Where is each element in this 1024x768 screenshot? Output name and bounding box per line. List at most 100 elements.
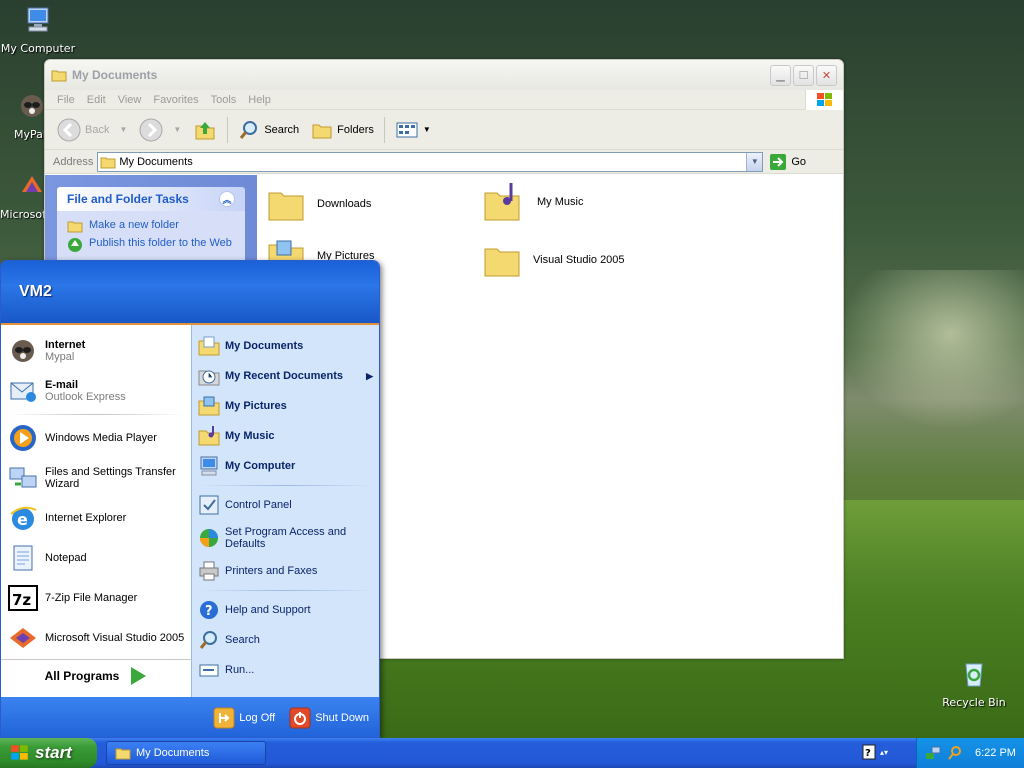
close-button[interactable]: ✕ — [816, 64, 837, 86]
recent-windows-media-player[interactable]: Windows Media Player — [7, 418, 185, 458]
places-my-documents[interactable]: My Documents — [198, 331, 373, 361]
places-my-music[interactable]: My Music — [198, 421, 373, 451]
back-label: Back — [85, 123, 110, 136]
pinned-title: E-mail — [45, 379, 79, 391]
recent-visual-studio[interactable]: Microsoft Visual Studio 2005 — [7, 618, 185, 658]
run-item[interactable]: Run... — [198, 655, 373, 685]
log-off-button[interactable]: Log Off — [213, 707, 275, 729]
start-label: start — [35, 743, 72, 762]
minimize-button[interactable]: ▁ — [770, 64, 791, 86]
recent-files-settings-transfer[interactable]: Files and Settings Transfer Wizard — [7, 458, 185, 498]
start-menu-footer: Log Off Shut Down — [1, 697, 379, 737]
recent-7zip[interactable]: 7z 7-Zip File Manager — [7, 578, 185, 618]
window-titlebar[interactable]: My Documents ▁ ☐ ✕ — [45, 60, 843, 90]
folder-item-my-music[interactable]: My Music — [483, 181, 583, 223]
desktop-icon-visual-studio[interactable]: Microsoft Visual Studio 2005 — [0, 170, 44, 221]
windows-flag-icon — [805, 89, 843, 110]
up-folder-icon — [195, 121, 215, 139]
search-item[interactable]: Search — [198, 625, 373, 655]
control-panel[interactable]: Control Panel — [198, 490, 373, 520]
pinned-subtitle: Mypal — [45, 351, 75, 363]
internet-explorer-icon: e — [10, 506, 37, 530]
menu-tools[interactable]: Tools — [205, 94, 243, 106]
start-menu-left-pane: Internet Mypal E-mail Outlook Express Wind… — [1, 325, 191, 697]
maximize-button[interactable]: ☐ — [793, 64, 814, 86]
tray-help-area: ? ▴▾ — [862, 744, 888, 760]
recent-internet-explorer[interactable]: e Internet Explorer — [7, 498, 185, 538]
folder-icon — [115, 748, 131, 760]
program-label: Microsoft Visual Studio 2005 — [45, 632, 185, 644]
pinned-internet[interactable]: Internet Mypal — [7, 331, 185, 371]
menu-help[interactable]: Help — [242, 94, 277, 106]
tray-expand-icon[interactable]: ▴▾ — [880, 748, 888, 757]
taskbar-item-my-documents[interactable]: My Documents — [106, 741, 266, 765]
shut-down-button[interactable]: Shut Down — [289, 707, 369, 729]
search-tray-icon[interactable] — [947, 745, 963, 761]
task-publish-folder[interactable]: Publish this folder to the Web — [67, 237, 235, 253]
forward-dropdown-icon[interactable]: ▼ — [173, 125, 181, 134]
desktop-icon-recycle-bin[interactable]: Recycle Bin — [934, 658, 1014, 709]
pinned-email[interactable]: E-mail Outlook Express — [7, 371, 185, 411]
places-my-recent-documents[interactable]: My Recent Documents ▶ — [198, 361, 373, 391]
search-button[interactable]: Search — [234, 117, 303, 143]
back-button[interactable]: Back ▼ — [53, 116, 131, 144]
address-field[interactable]: My Documents ▼ — [97, 151, 764, 172]
folder-icon — [268, 192, 304, 221]
log-off-label: Log Off — [239, 712, 276, 724]
transfer-wizard-icon — [9, 467, 37, 488]
folders-icon — [312, 124, 332, 138]
network-icon[interactable] — [925, 745, 941, 761]
folders-button[interactable]: Folders — [307, 117, 378, 143]
go-button[interactable]: Go — [769, 153, 806, 171]
desktop-icon-mypal[interactable]: MyPal — [0, 90, 44, 141]
toolbar: Back ▼ ▼ Search Folders ▼ — [45, 110, 843, 150]
folder-item-visual-studio-2005[interactable]: Visual Studio 2005 — [483, 241, 625, 279]
folder-item-downloads[interactable]: Downloads — [267, 185, 371, 223]
task-make-new-folder[interactable]: Make a new folder — [67, 219, 235, 233]
collapse-chevron-icon[interactable]: ︽ — [219, 191, 235, 207]
all-programs-label: All Programs — [44, 668, 120, 683]
start-menu[interactable]: VM2 Internet Mypal E-mail Outlook Express … — [0, 260, 380, 738]
places-my-pictures[interactable]: My Pictures — [198, 391, 373, 421]
raccoon-icon — [12, 340, 34, 362]
desktop-icon-my-computer[interactable]: My Computer — [0, 4, 78, 55]
toolbar-separator — [227, 116, 229, 143]
svg-text:?: ? — [865, 748, 871, 759]
desktop-icon-label: Microsoft Visual Studio 2005 — [0, 208, 44, 221]
back-dropdown-icon[interactable]: ▼ — [119, 125, 127, 134]
power-icon — [289, 707, 311, 729]
windows-logo-icon — [11, 745, 28, 760]
recent-notepad[interactable]: Notepad — [7, 538, 185, 578]
menu-view[interactable]: View — [112, 94, 148, 106]
help-support[interactable]: ? Help and Support — [198, 595, 373, 625]
go-arrow-icon — [770, 153, 787, 170]
views-icon — [396, 122, 418, 137]
program-label: Windows Media Player — [45, 432, 157, 444]
program-label: 7-Zip File Manager — [45, 592, 138, 604]
start-button[interactable]: start — [0, 738, 97, 768]
places-label: Set Program Access and Defaults — [225, 526, 347, 550]
places-my-computer[interactable]: My Computer — [198, 451, 373, 481]
toolbar-separator — [383, 116, 385, 143]
set-program-access[interactable]: Set Program Access and Defaults — [198, 520, 373, 556]
file-folder-tasks-body: Make a new folder Publish this folder to… — [57, 211, 245, 265]
all-programs-button[interactable]: All Programs — [1, 659, 191, 691]
forward-button[interactable]: ▼ — [135, 116, 185, 144]
clock[interactable]: 6:22 PM — [975, 747, 1016, 759]
visual-studio-icon — [10, 628, 36, 648]
help-tray-icon[interactable]: ? — [862, 744, 876, 760]
menu-favorites[interactable]: Favorites — [147, 94, 204, 106]
printers-faxes[interactable]: Printers and Faxes — [198, 556, 373, 586]
menu-edit[interactable]: Edit — [81, 94, 112, 106]
address-label: Address — [53, 155, 94, 168]
file-folder-tasks-header[interactable]: File and Folder Tasks ︽ — [57, 187, 245, 211]
program-access-icon — [200, 529, 218, 547]
up-folder-button[interactable] — [189, 116, 221, 144]
menu-file[interactable]: File — [51, 94, 81, 106]
pinned-title: Internet — [45, 339, 86, 351]
address-dropdown-button[interactable]: ▼ — [746, 152, 763, 171]
task-label: Make a new folder — [89, 219, 179, 231]
views-dropdown-icon: ▼ — [422, 125, 431, 134]
views-button[interactable]: ▼ — [391, 118, 435, 142]
user-name: VM2 — [19, 283, 52, 300]
